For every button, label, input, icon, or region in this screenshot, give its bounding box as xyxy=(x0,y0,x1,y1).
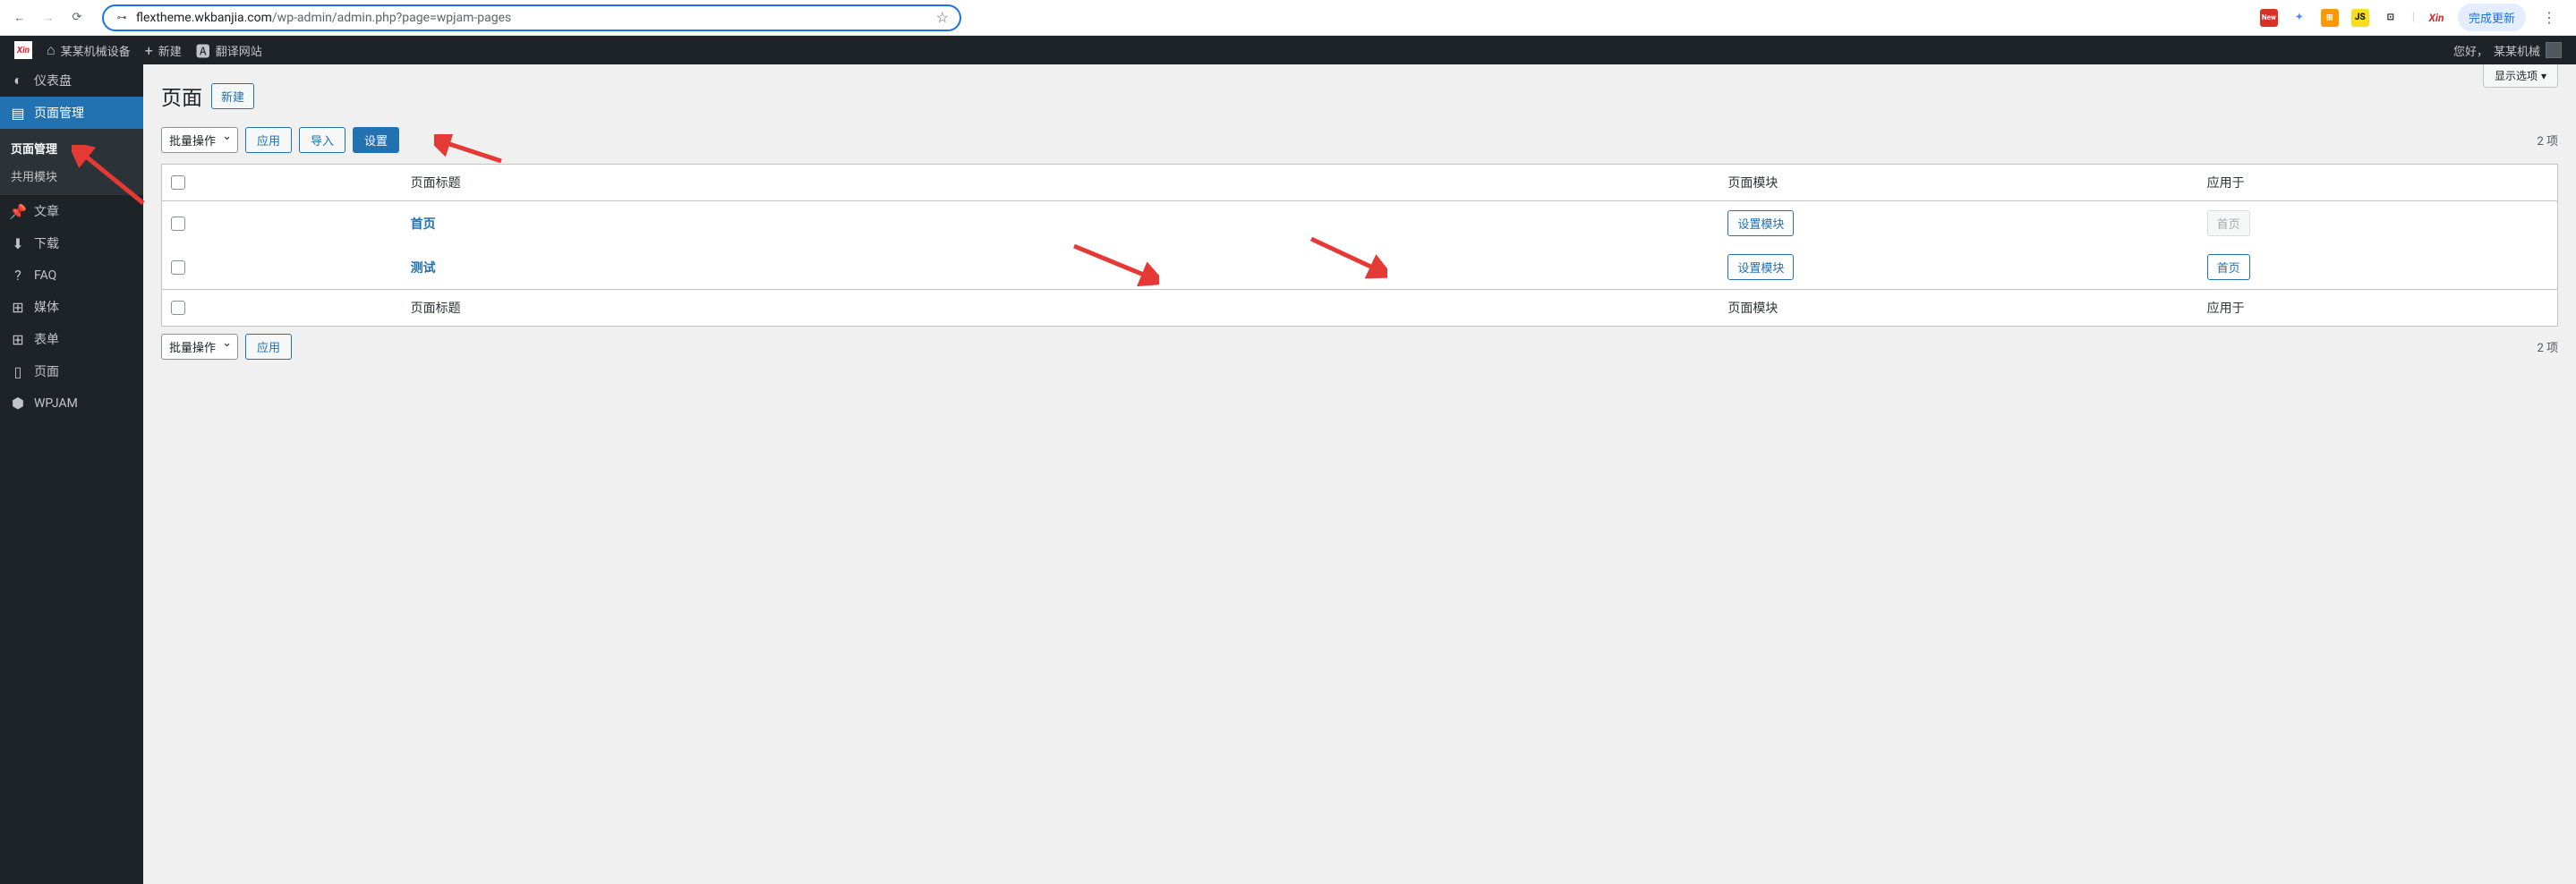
menu-label: 页面 xyxy=(34,362,59,380)
submenu: 页面管理 共用模块 xyxy=(0,129,143,195)
th-module-foot[interactable]: 页面模块 xyxy=(1719,289,2197,326)
menu-wpjam[interactable]: ⬢ WPJAM xyxy=(0,387,143,419)
wpjam-icon: ⬢ xyxy=(9,395,27,412)
apply-button-bottom[interactable]: 应用 xyxy=(245,334,292,360)
row-checkbox[interactable] xyxy=(171,260,185,275)
th-module[interactable]: 页面模块 xyxy=(1719,165,2197,201)
download-icon: ⬇ xyxy=(9,235,27,252)
screen-options-button[interactable]: 显示选项 ▾ xyxy=(2483,64,2558,88)
th-apply[interactable]: 应用于 xyxy=(2198,165,2557,201)
submenu-shared-module[interactable]: 共用模块 xyxy=(0,162,143,190)
apply-button[interactable]: 应用 xyxy=(245,127,292,153)
adminbar-account[interactable]: 您好， 某某机械 xyxy=(2446,36,2569,64)
browser-chrome: ← → ⟳ ⊶ flextheme.wkbanjia.com/wp-admin/… xyxy=(0,0,2576,36)
question-icon: ? xyxy=(9,267,27,284)
bookmark-star-icon[interactable]: ☆ xyxy=(936,9,949,26)
translate-icon: 🅰 xyxy=(196,39,210,61)
main-content: 显示选项 ▾ 页面 新建 批量操作 应用 导入 设置 2 项 页面标题 页面模块… xyxy=(143,64,2576,884)
menu-media[interactable]: ⊞ 媒体 xyxy=(0,291,143,323)
media-icon: ⊞ xyxy=(9,299,27,316)
row-checkbox[interactable] xyxy=(171,217,185,231)
menu-label: WPJAM xyxy=(34,396,78,411)
back-button[interactable]: ← xyxy=(9,7,30,29)
ext-puzzle-icon[interactable]: ⊡ xyxy=(2382,9,2400,27)
avatar xyxy=(2546,42,2562,58)
menu-download[interactable]: ⬇ 下载 xyxy=(0,227,143,259)
set-module-button[interactable]: 设置模块 xyxy=(1727,210,1794,236)
url-bar[interactable]: ⊶ flextheme.wkbanjia.com/wp-admin/admin.… xyxy=(102,4,961,31)
forward-button[interactable]: → xyxy=(38,7,59,29)
row-title-link[interactable]: 测试 xyxy=(411,261,436,276)
dashboard-icon: ◐ xyxy=(9,72,27,89)
menu-label: 表单 xyxy=(34,330,59,348)
adminbar-logo[interactable]: Xin xyxy=(7,36,39,64)
browser-update-button[interactable]: 完成更新 xyxy=(2458,4,2526,31)
ext-grid-icon[interactable]: ⊞ xyxy=(2321,9,2339,27)
page-title: 页面 xyxy=(161,81,202,111)
bulk-action-select[interactable]: 批量操作 xyxy=(161,127,238,153)
select-all-checkbox[interactable] xyxy=(171,175,185,190)
menu-faq[interactable]: ? FAQ xyxy=(0,259,143,291)
menu-posts[interactable]: 📌 文章 xyxy=(0,195,143,227)
th-title[interactable]: 页面标题 xyxy=(402,165,1719,201)
pin-icon: 📌 xyxy=(9,203,27,220)
menu-label: FAQ xyxy=(34,268,56,283)
import-button[interactable]: 导入 xyxy=(299,127,345,153)
apply-to-button: 首页 xyxy=(2207,210,2250,236)
screen-options-label: 显示选项 xyxy=(2495,68,2538,83)
submenu-page-manage[interactable]: 页面管理 xyxy=(0,134,143,162)
menu-form[interactable]: ⊞ 表单 xyxy=(0,323,143,355)
site-name-label: 某某机械设备 xyxy=(61,42,131,59)
chevron-down-icon: ▾ xyxy=(2541,70,2546,82)
url-text: flextheme.wkbanjia.com/wp-admin/admin.ph… xyxy=(136,11,929,25)
th-title-foot[interactable]: 页面标题 xyxy=(402,289,1719,326)
pages-icon: ▤ xyxy=(9,105,27,122)
settings-button[interactable]: 设置 xyxy=(353,127,399,153)
menu-page-manage[interactable]: ▤ 页面管理 xyxy=(0,97,143,129)
row-title-link[interactable]: 首页 xyxy=(411,217,436,232)
menu-label: 媒体 xyxy=(34,298,59,316)
plus-icon: + xyxy=(145,42,153,59)
ext-sparkle-icon[interactable]: ✦ xyxy=(2290,9,2308,27)
browser-menu-icon[interactable]: ⋮ xyxy=(2538,9,2560,26)
th-apply-foot[interactable]: 应用于 xyxy=(2198,289,2557,326)
adminbar-new[interactable]: + 新建 xyxy=(138,36,189,64)
select-all-checkbox-foot[interactable] xyxy=(171,301,185,315)
set-module-button[interactable]: 设置模块 xyxy=(1727,254,1794,280)
table-row: 测试 设置模块 首页 xyxy=(162,245,2557,289)
menu-dashboard[interactable]: ◐ 仪表盘 xyxy=(0,64,143,97)
menu-label: 文章 xyxy=(34,202,59,220)
home-icon: ⌂ xyxy=(47,41,55,59)
items-count-bottom: 2 项 xyxy=(2537,338,2558,355)
form-icon: ⊞ xyxy=(9,331,27,348)
wp-adminbar: Xin ⌂ 某某机械设备 + 新建 🅰 翻译网站 您好， 某某机械 xyxy=(0,36,2576,64)
menu-label: 仪表盘 xyxy=(34,72,72,89)
admin-sidebar: ◐ 仪表盘 ▤ 页面管理 页面管理 共用模块 📌 文章 ⬇ 下载 ? FAQ ⊞… xyxy=(0,64,143,884)
ext-new-icon[interactable]: New xyxy=(2260,9,2278,27)
extensions-area: New ✦ ⊞ JS ⊡ | Xin 完成更新 ⋮ xyxy=(2253,4,2567,31)
translate-label: 翻译网站 xyxy=(216,42,262,59)
menu-label: 下载 xyxy=(34,234,59,252)
adminbar-translate[interactable]: 🅰 翻译网站 xyxy=(189,36,269,64)
add-new-button[interactable]: 新建 xyxy=(211,83,254,109)
ext-js-icon[interactable]: JS xyxy=(2351,9,2369,27)
items-count: 2 项 xyxy=(2537,132,2558,149)
table-row: 首页 设置模块 首页 xyxy=(162,201,2557,245)
reload-button[interactable]: ⟳ xyxy=(66,7,88,29)
menu-label: 页面管理 xyxy=(34,104,84,122)
username-label: 某某机械 xyxy=(2494,42,2540,59)
greeting-label: 您好， xyxy=(2453,42,2488,59)
new-label: 新建 xyxy=(158,42,182,59)
pages-table: 页面标题 页面模块 应用于 首页 设置模块 首页 测试 设置模块 首页 页面标题… xyxy=(161,164,2558,327)
apply-to-button[interactable]: 首页 xyxy=(2207,254,2250,280)
page-icon: ▯ xyxy=(9,363,27,380)
ext-xin-icon[interactable]: Xin xyxy=(2427,9,2445,27)
adminbar-site[interactable]: ⌂ 某某机械设备 xyxy=(39,36,138,64)
menu-pages[interactable]: ▯ 页面 xyxy=(0,355,143,387)
site-info-icon[interactable]: ⊶ xyxy=(115,11,129,25)
bulk-action-select-bottom[interactable]: 批量操作 xyxy=(161,334,238,360)
